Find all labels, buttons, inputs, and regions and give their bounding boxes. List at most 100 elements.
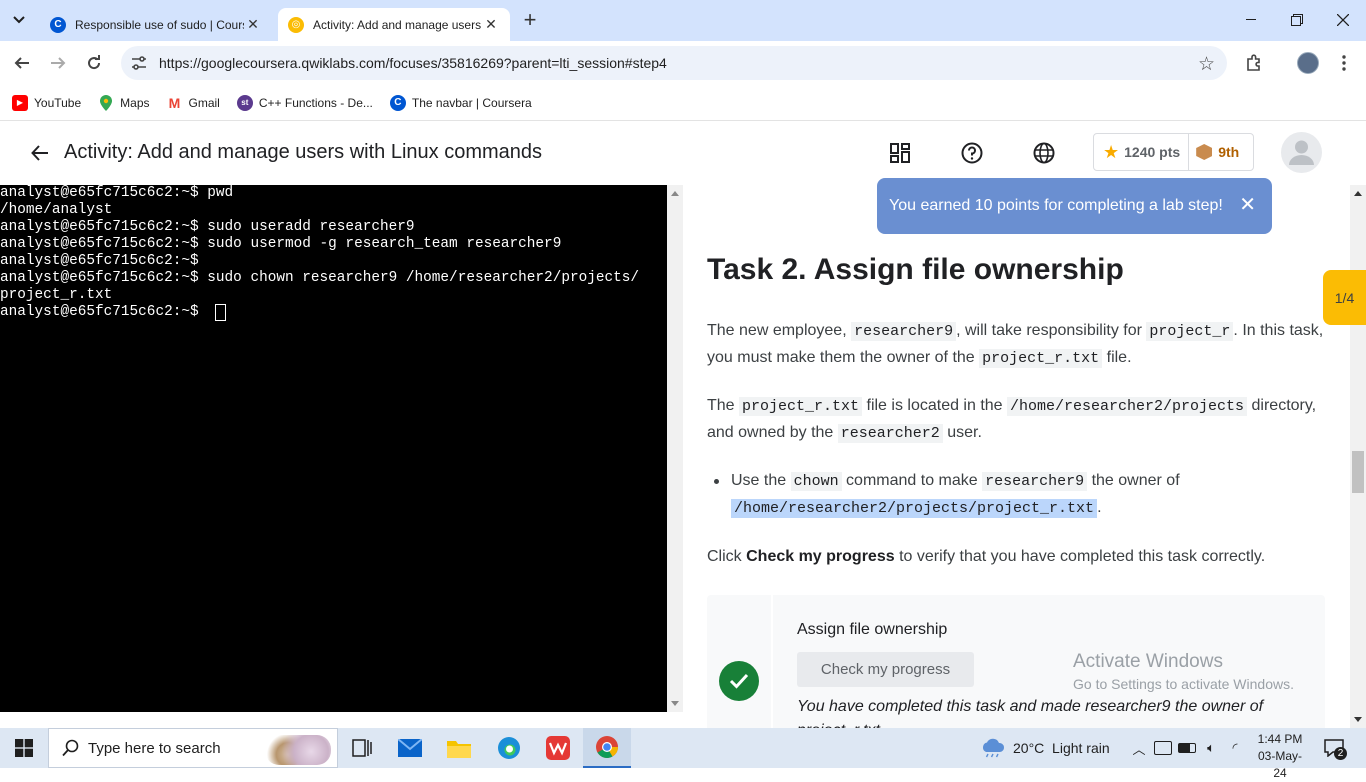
tab-title: Activity: Add and manage users bbox=[313, 17, 482, 32]
terminal-cursor bbox=[215, 304, 226, 321]
bookmark-star-icon[interactable]: ☆ bbox=[1198, 53, 1215, 76]
activate-windows-watermark: Activate Windows Go to Settings to activ… bbox=[1073, 651, 1294, 692]
wifi-icon[interactable]: ◜ bbox=[1226, 740, 1244, 756]
chevron-up-icon[interactable]: ︿ bbox=[1130, 739, 1148, 758]
scroll-up-icon[interactable] bbox=[671, 191, 679, 196]
close-icon[interactable]: ✕ bbox=[482, 16, 500, 33]
dashboard-button[interactable] bbox=[888, 141, 912, 165]
check-progress-button[interactable]: Check my progress bbox=[797, 652, 974, 687]
profile-avatar[interactable] bbox=[1297, 52, 1319, 74]
notification-count: 2 bbox=[1334, 747, 1347, 760]
terminal-line: /home/analyst bbox=[0, 202, 113, 218]
wps-office-app[interactable] bbox=[534, 728, 582, 768]
back-button[interactable] bbox=[8, 49, 36, 77]
search-highlight-image bbox=[265, 735, 331, 765]
file-explorer-app[interactable] bbox=[435, 728, 483, 768]
battery-icon[interactable] bbox=[1178, 743, 1196, 753]
arrow-left-icon bbox=[14, 57, 29, 69]
page-title: Activity: Add and manage users with Linu… bbox=[64, 141, 543, 163]
bookmark-cpp-functions[interactable]: st C++ Functions - De... bbox=[236, 94, 373, 111]
bookmark-gmail[interactable]: M Gmail bbox=[167, 95, 220, 111]
terminal-scrollbar[interactable] bbox=[667, 185, 683, 712]
terminal-line: analyst@e65fc715c6c2:~$ sudo chown resea… bbox=[0, 270, 640, 286]
close-icon[interactable]: ✕ bbox=[244, 16, 262, 33]
check-result-text: You have completed this task and made re… bbox=[797, 698, 1264, 728]
card-title: Assign file ownership bbox=[797, 621, 948, 638]
tab-activity[interactable]: ◎ Activity: Add and manage users ✕ bbox=[278, 8, 510, 41]
toast-message: You earned 10 points for completing a la… bbox=[889, 197, 1223, 214]
chrome-app[interactable] bbox=[583, 728, 631, 768]
bookmark-youtube[interactable]: ▶ YouTube bbox=[12, 94, 81, 111]
weather-widget[interactable]: 20°C Light rain bbox=[980, 728, 1110, 768]
instruction-paragraph: The project_r.txt file is located in the… bbox=[707, 397, 1317, 443]
close-icon[interactable]: ✕ bbox=[1239, 192, 1256, 217]
gmail-icon: M bbox=[168, 94, 181, 111]
bookmark-label: C++ Functions - De... bbox=[258, 95, 373, 110]
reload-button[interactable] bbox=[80, 49, 108, 77]
scrollbar-thumb[interactable] bbox=[1352, 451, 1364, 493]
bookmarks-bar: ▶ YouTube Maps M Gmail st C++ Functions … bbox=[0, 85, 1366, 121]
extensions-button[interactable] bbox=[1240, 49, 1268, 77]
scroll-down-icon[interactable] bbox=[1354, 717, 1362, 722]
user-avatar[interactable] bbox=[1281, 132, 1322, 173]
minimize-button[interactable] bbox=[1236, 6, 1266, 34]
bookmark-label: Gmail bbox=[188, 95, 220, 110]
scroll-down-icon[interactable] bbox=[671, 701, 679, 706]
reload-icon bbox=[88, 55, 101, 70]
task-view-icon bbox=[352, 739, 372, 757]
clock-date: 03-May-24 bbox=[1257, 749, 1302, 780]
youtube-icon: ▶ bbox=[12, 94, 28, 111]
chrome-icon bbox=[596, 736, 618, 758]
instruction-bullet: Use the chown command to make researcher… bbox=[714, 468, 1291, 522]
tab-responsible-sudo[interactable]: C Responsible use of sudo | Cours ✕ bbox=[40, 8, 272, 41]
bookmark-maps[interactable]: Maps bbox=[98, 94, 150, 111]
address-bar[interactable]: https://googlecoursera.qwiklabs.com/focu… bbox=[121, 46, 1227, 80]
check-complete-icon bbox=[719, 661, 759, 701]
globe-icon bbox=[1033, 142, 1055, 164]
notifications-button[interactable]: 2 bbox=[1318, 736, 1350, 760]
step-pager-tab[interactable]: 1/4 bbox=[1323, 270, 1366, 325]
person-icon bbox=[1289, 140, 1314, 165]
mail-app[interactable] bbox=[386, 728, 434, 768]
back-arrow-button[interactable] bbox=[28, 141, 52, 165]
edge-app[interactable] bbox=[485, 728, 533, 768]
menu-button[interactable] bbox=[1330, 49, 1358, 77]
search-icon bbox=[62, 739, 79, 757]
new-tab-button[interactable]: + bbox=[518, 7, 542, 32]
points-badge[interactable]: ★ 1240 pts 9th bbox=[1093, 133, 1254, 171]
browser-toolbar: https://googlecoursera.qwiklabs.com/focu… bbox=[0, 41, 1366, 85]
start-button[interactable] bbox=[0, 728, 48, 768]
volume-icon[interactable]: 🔈︎ bbox=[1202, 740, 1220, 756]
url-text: https://googlecoursera.qwiklabs.com/focu… bbox=[159, 55, 667, 71]
folder-icon bbox=[447, 741, 471, 758]
instruction-paragraph: Click Check my progress to verify that y… bbox=[707, 548, 1266, 565]
meet-now-icon[interactable] bbox=[1154, 741, 1172, 755]
qwiklabs-icon: ◎ bbox=[288, 16, 304, 33]
star-icon: ★ bbox=[1103, 141, 1120, 162]
dashboard-icon bbox=[890, 143, 910, 163]
task-view-button[interactable] bbox=[338, 728, 386, 768]
site-info-icon[interactable] bbox=[129, 53, 149, 73]
tab-title: Responsible use of sudo | Cours bbox=[75, 17, 244, 32]
scroll-up-icon[interactable] bbox=[1354, 191, 1362, 196]
wps-icon bbox=[546, 736, 570, 760]
language-button[interactable] bbox=[1032, 141, 1056, 165]
mail-icon bbox=[398, 739, 422, 757]
bookmark-navbar-coursera[interactable]: C The navbar | Coursera bbox=[389, 94, 532, 111]
bookmark-label: Maps bbox=[120, 95, 150, 110]
restore-button[interactable] bbox=[1282, 6, 1312, 34]
instructions-scrollbar[interactable] bbox=[1350, 185, 1366, 728]
taskbar-search-box[interactable]: Type here to search bbox=[48, 728, 338, 768]
forward-button[interactable] bbox=[44, 49, 72, 77]
help-button[interactable] bbox=[960, 141, 984, 165]
card-divider bbox=[771, 595, 773, 728]
terminal-line: analyst@e65fc715c6c2:~$ sudo useradd res… bbox=[0, 219, 415, 235]
clock[interactable]: 1:44 PM 03-May-24 bbox=[1252, 731, 1308, 782]
task-heading: Task 2. Assign file ownership bbox=[707, 253, 1124, 286]
step-pager-label: 1/4 bbox=[1334, 289, 1355, 306]
terminal-console[interactable]: analyst@e65fc715c6c2:~$ pwd /home/analys… bbox=[0, 185, 667, 712]
close-window-button[interactable] bbox=[1328, 6, 1358, 34]
puzzle-icon bbox=[1247, 54, 1260, 71]
rank-value: 9th bbox=[1218, 144, 1240, 160]
tab-search-button[interactable] bbox=[6, 8, 32, 32]
